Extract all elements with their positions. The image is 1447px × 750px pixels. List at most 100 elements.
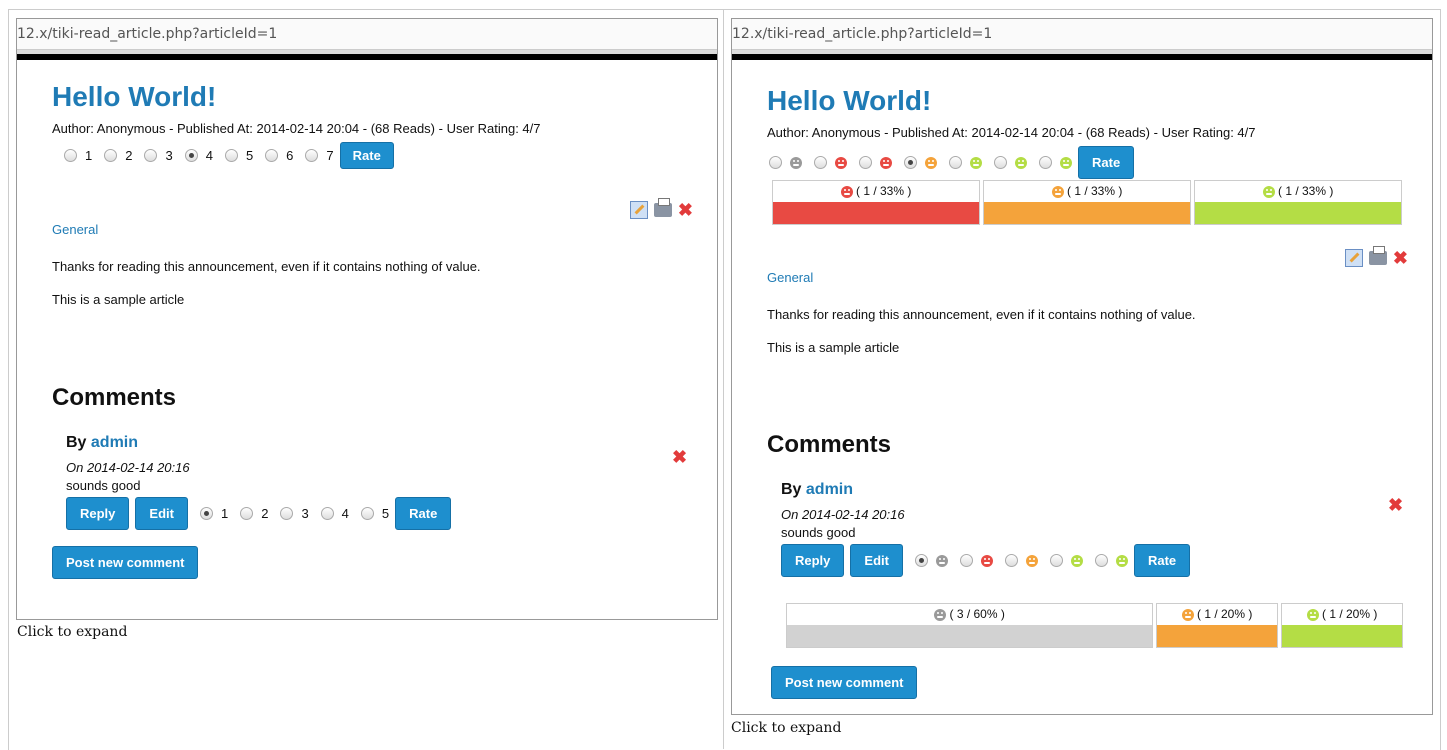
post-comment-wrap: Post new comment [52, 546, 697, 579]
caption[interactable]: Click to expand [17, 624, 127, 640]
comment-author: By admin [781, 481, 1412, 499]
distribution-label: ( 1 / 33% ) [1195, 181, 1401, 202]
face-neutral-icon [1025, 554, 1038, 567]
article-meta: Author: Anonymous - Published At: 2014-0… [52, 121, 541, 136]
url-bar[interactable]: 12.x/tiki-read_article.php?articleId=1 [732, 19, 1432, 50]
article-paragraph: This is a sample article [767, 340, 900, 355]
article-title: Hello World! [767, 85, 932, 116]
rating-option-label: 3 [301, 506, 309, 521]
divider [732, 54, 1432, 60]
comment-actions: Reply Edit 1 2 3 4 5 Rate [66, 497, 697, 530]
comment: By admin On 2014-02-14 20:16 sounds good… [781, 481, 1412, 577]
rating-radio[interactable] [360, 507, 374, 520]
url-bar[interactable]: 12.x/tiki-read_article.php?articleId=1 [17, 19, 717, 50]
article-body: General Thanks for reading this announce… [767, 270, 1412, 355]
article-tools: ✖ [1344, 246, 1408, 267]
distribution-cell: ( 1 / 33% ) [983, 180, 1191, 225]
face-sad-icon [835, 156, 847, 169]
distribution-cell: ( 3 / 60% ) [786, 603, 1153, 648]
delete-comment-icon[interactable]: ✖ [1388, 496, 1403, 514]
comment-author-link[interactable]: admin [806, 481, 853, 498]
delete-icon[interactable]: ✖ [1393, 249, 1408, 267]
edit-button[interactable]: Edit [850, 544, 903, 577]
rating-option-label: 6 [286, 148, 294, 163]
rating-radio[interactable] [265, 149, 279, 162]
delete-icon[interactable]: ✖ [678, 201, 693, 219]
distribution-value: ( 1 / 20% ) [1318, 607, 1378, 621]
distribution-cell: ( 1 / 33% ) [772, 180, 980, 225]
right-screenshot[interactable]: 12.x/tiki-read_article.php?articleId=1 H… [731, 18, 1433, 715]
rating-radio[interactable] [199, 507, 213, 520]
rating-radio[interactable] [305, 149, 319, 162]
comments-section: Comments By admin On 2014-02-14 20:16 so… [767, 431, 1412, 577]
rating-radio[interactable] [1094, 554, 1108, 567]
comment-date: On 2014-02-14 20:16 [781, 507, 905, 522]
distribution-cell: ( 1 / 20% ) [1281, 603, 1403, 648]
post-new-comment-button[interactable]: Post new comment [52, 546, 199, 579]
face-neutral-icon [1181, 608, 1194, 621]
distribution-bar [773, 202, 979, 224]
reply-button[interactable]: Reply [66, 497, 130, 530]
distribution-label: ( 1 / 33% ) [773, 181, 979, 202]
comment: By admin On 2014-02-14 20:16 sounds good… [66, 434, 697, 530]
rate-button[interactable]: Rate [395, 497, 452, 530]
rate-button[interactable]: Rate [1133, 544, 1191, 577]
print-icon[interactable] [653, 198, 672, 217]
distribution-cell: ( 1 / 33% ) [1194, 180, 1402, 225]
rate-button[interactable]: Rate [1078, 146, 1135, 179]
rating-radio[interactable] [64, 149, 77, 162]
rating-radio[interactable] [1049, 554, 1063, 567]
rating-option-label: 1 [220, 506, 229, 521]
distribution-bar [1195, 202, 1401, 224]
edit-button[interactable]: Edit [135, 497, 188, 530]
rating-radio[interactable] [859, 156, 872, 169]
rating-option-label: 4 [341, 506, 349, 521]
rating-radio[interactable] [104, 149, 118, 162]
comment-author: By admin [66, 434, 697, 452]
rating-radio[interactable] [769, 156, 782, 169]
distribution-bar [787, 625, 1152, 647]
rate-button[interactable]: Rate [339, 142, 394, 169]
article-title: Hello World! [52, 81, 217, 112]
print-icon[interactable] [1368, 246, 1387, 265]
delete-comment-icon[interactable]: ✖ [672, 448, 687, 466]
rating-radio[interactable] [144, 149, 158, 162]
face-happy-icon [1060, 156, 1072, 169]
rating-radio[interactable] [814, 156, 827, 169]
distribution-value: ( 3 / 60% ) [946, 607, 1005, 621]
face-sad-icon [840, 185, 853, 198]
distribution-bar [984, 202, 1190, 224]
reply-button[interactable]: Reply [781, 544, 845, 577]
rating-radio[interactable] [959, 554, 973, 567]
face-happy-icon [1015, 156, 1027, 169]
edit-icon[interactable] [1344, 249, 1363, 267]
edit-icon[interactable] [629, 201, 648, 219]
rating-radio[interactable] [280, 507, 294, 520]
rating-option-label: 7 [326, 148, 334, 163]
post-new-comment-button[interactable]: Post new comment [771, 666, 918, 699]
comment-text: sounds good [66, 478, 141, 493]
column-divider [723, 9, 724, 749]
rating-radio[interactable] [1039, 156, 1052, 169]
comment-author-link[interactable]: admin [91, 434, 138, 451]
face-happy-icon [1115, 554, 1128, 567]
rating-radio[interactable] [184, 149, 198, 162]
comments-section: Comments By admin On 2014-02-14 20:16 so… [52, 384, 697, 579]
left-screenshot[interactable]: 12.x/tiki-read_article.php?articleId=1 H… [16, 18, 718, 620]
rating-radio[interactable] [1004, 554, 1018, 567]
caption[interactable]: Click to expand [731, 720, 841, 736]
comment-actions: Reply Edit Rate [781, 544, 1412, 577]
rating-radio[interactable] [240, 507, 254, 520]
category-link[interactable]: General [767, 270, 1412, 285]
rating-radio[interactable] [914, 554, 928, 567]
rating-radio[interactable] [224, 149, 238, 162]
rating-radio[interactable] [904, 156, 917, 169]
rating-radio[interactable] [994, 156, 1007, 169]
distribution-label: ( 1 / 33% ) [984, 181, 1190, 202]
rating-radio[interactable] [949, 156, 962, 169]
rating-radio[interactable] [320, 507, 334, 520]
distribution-label: ( 1 / 20% ) [1282, 604, 1402, 625]
category-link[interactable]: General [52, 222, 697, 237]
comment-by-label: By [66, 434, 87, 451]
rating-option-label: 2 [125, 148, 133, 163]
